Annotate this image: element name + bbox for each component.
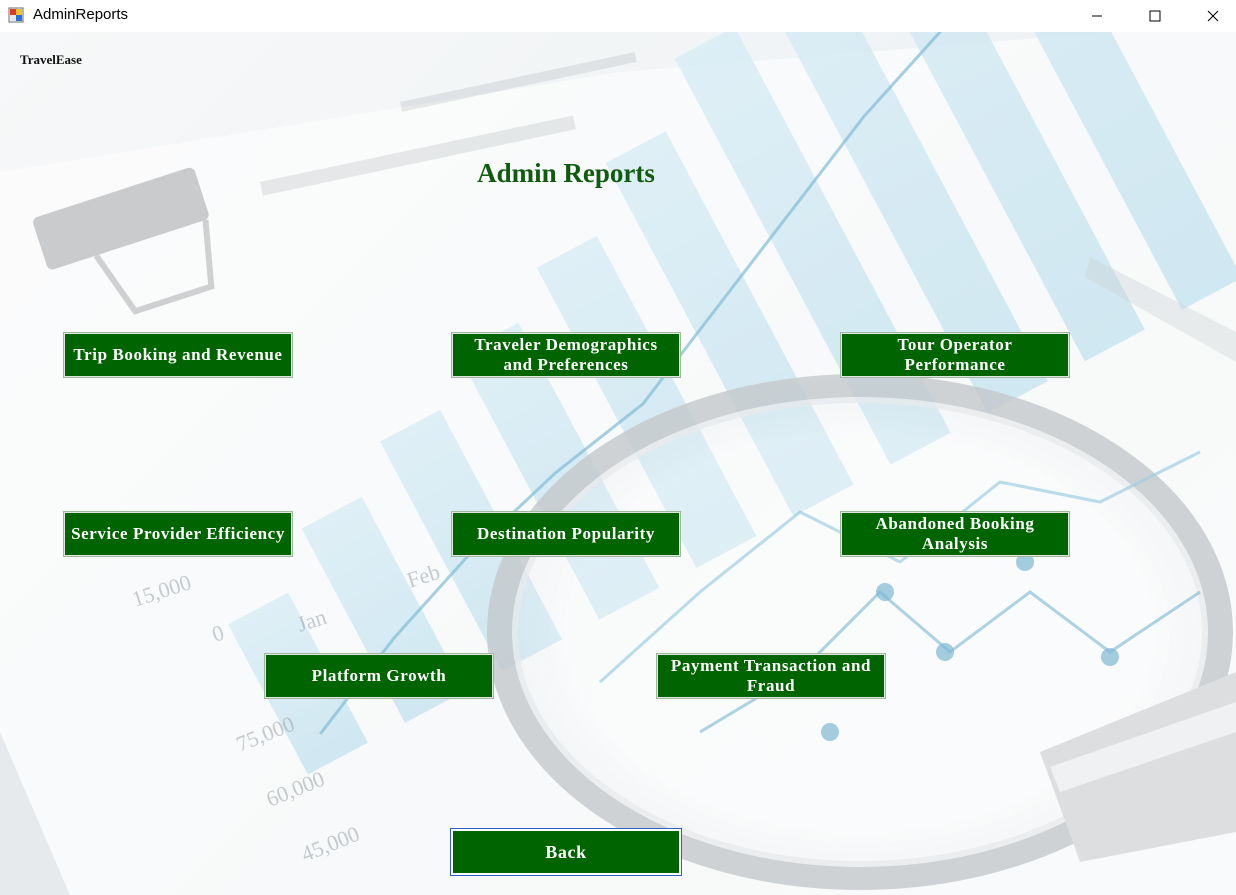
platform-growth-button[interactable]: Platform Growth <box>265 654 493 698</box>
client-area: 15,000 0 Jan Feb 75,000 60,000 45,000 Tr… <box>0 32 1236 895</box>
traveler-demographics-button[interactable]: Traveler Demographics and Preferences <box>452 333 680 377</box>
minimize-icon <box>1092 15 1102 17</box>
tour-operator-performance-button[interactable]: Tour Operator Performance <box>841 333 1069 377</box>
maximize-icon <box>1149 10 1161 22</box>
abandoned-booking-analysis-button[interactable]: Abandoned Booking Analysis <box>841 512 1069 556</box>
admin-reports-window: AdminReports 15,000 0 Jan Feb 75,000 60,… <box>0 0 1236 895</box>
minimize-button[interactable] <box>1068 0 1126 32</box>
trip-booking-revenue-button[interactable]: Trip Booking and Revenue <box>64 333 292 377</box>
service-provider-efficiency-button[interactable]: Service Provider Efficiency <box>64 512 292 556</box>
window-title: AdminReports <box>33 6 129 23</box>
payment-transaction-fraud-button[interactable]: Payment Transaction and Fraud <box>657 654 885 698</box>
close-icon <box>1207 10 1219 22</box>
destination-popularity-button[interactable]: Destination Popularity <box>452 512 680 556</box>
close-button[interactable] <box>1184 0 1236 32</box>
title-bar[interactable]: AdminReports <box>0 0 1236 32</box>
brand-label: TravelEase <box>20 52 82 67</box>
page-title: Admin Reports <box>477 158 655 188</box>
maximize-button[interactable] <box>1126 0 1184 32</box>
app-icon <box>8 7 24 23</box>
back-button[interactable]: Back <box>451 829 681 875</box>
